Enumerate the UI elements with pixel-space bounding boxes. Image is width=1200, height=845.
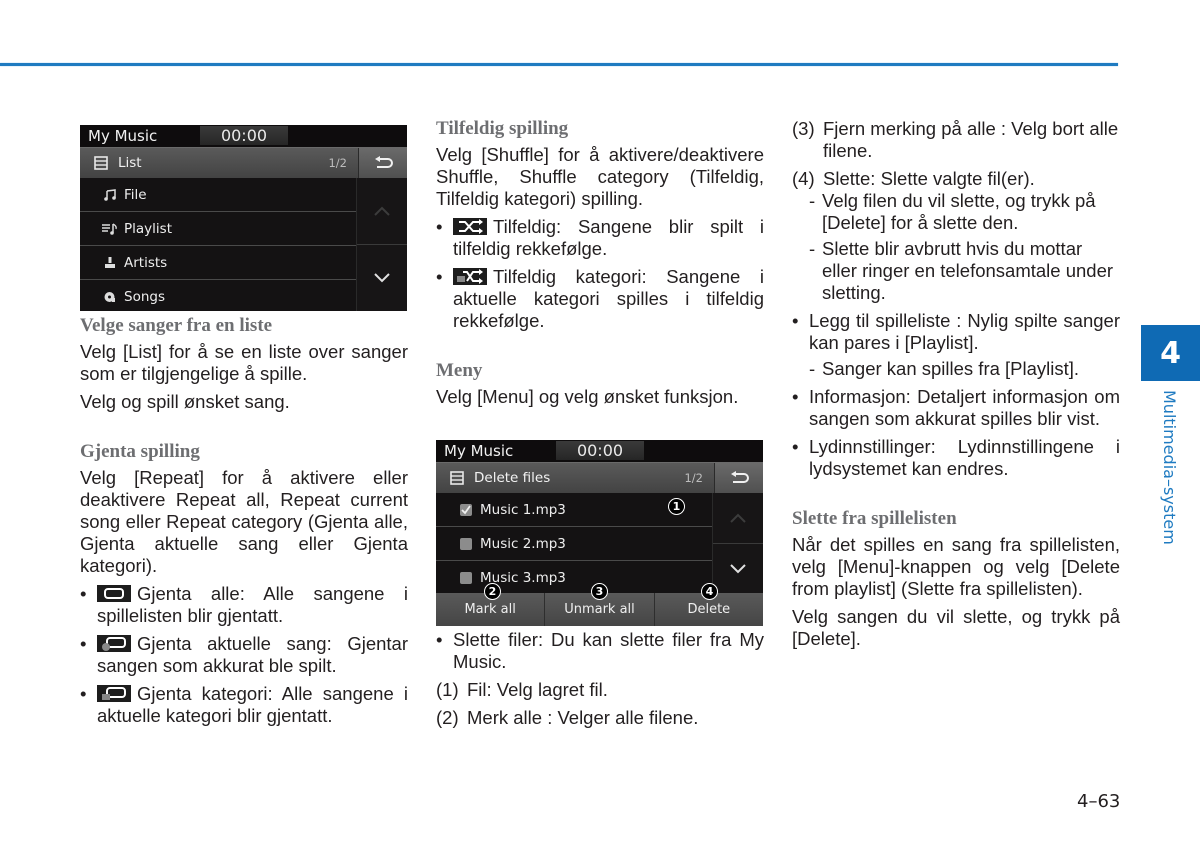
- bullet-delete-files: Slette filer: Du kan slette filer fra My…: [436, 629, 764, 673]
- numbered-item-3: (3) Fjern merking på alle : Velg bort all…: [792, 118, 1119, 161]
- header-label: Delete files: [474, 470, 551, 486]
- bullet-repeat-all: Gjenta alle: Alle sangene i spillelisten…: [80, 583, 408, 627]
- back-icon: [375, 156, 393, 168]
- callout-1: 1: [668, 498, 685, 515]
- file-row[interactable]: Music 3.mp3: [436, 561, 713, 594]
- scroll-down-button[interactable]: [357, 245, 407, 311]
- heading-select-songs: Velge sanger fra en liste: [80, 315, 273, 336]
- header-rule: [0, 63, 1118, 66]
- paragraph: Velg [Shuffle] for å aktivere/deaktivere…: [436, 144, 764, 209]
- list-icon: [450, 471, 464, 485]
- file-label: Music 2.mp3: [480, 535, 566, 552]
- callout-3: 3: [591, 583, 608, 600]
- shuffle-category-icon: [453, 268, 487, 285]
- heading-menu: Meny: [436, 360, 483, 381]
- bullet-add-playlist: Legg til spilleliste : Nylig spilte sang…: [792, 310, 1120, 354]
- paragraph: Velg [List] for å se en liste over sange…: [80, 341, 408, 384]
- artist-icon: [102, 255, 118, 271]
- paragraph: Velg og spill ønsket sang.: [80, 391, 290, 412]
- page-indicator: 1/2: [328, 156, 347, 170]
- chapter-tab: 4: [1141, 325, 1200, 381]
- numbered-item-4: (4) Slette: Slette valgte fil(er).: [792, 168, 1035, 189]
- paragraph: Velg [Repeat] for å aktivere eller deakt…: [80, 467, 408, 576]
- callout-4: 4: [701, 583, 718, 600]
- list-item-playlist[interactable]: Playlist: [80, 212, 357, 246]
- column-2: Tilfeldig spilling Velg [Shuffle] for å …: [436, 118, 764, 414]
- file-label: Music 1.mp3: [480, 501, 566, 518]
- list-item-songs[interactable]: Songs: [80, 280, 357, 313]
- bullet-repeat-category: Gjenta kategori: Alle sangene i aktuelle…: [80, 683, 408, 727]
- checkbox-checked[interactable]: [460, 503, 472, 516]
- screen-title-bar: My Music 00:00: [80, 125, 407, 147]
- scroll-controls: [712, 493, 763, 593]
- screen-title-bar: My Music 00:00: [436, 440, 763, 462]
- list-item-artists[interactable]: Artists: [80, 246, 357, 280]
- column-3: (3) Fjern merking på alle : Velg bort all…: [792, 118, 1120, 656]
- list-item-label: Playlist: [124, 220, 172, 237]
- chevron-up-icon: [730, 513, 746, 523]
- heading-shuffle: Tilfeldig spilling: [436, 118, 569, 139]
- file-row[interactable]: Music 2.mp3: [436, 527, 713, 561]
- dash-item: - Sanger kan spilles fra [Playlist].: [809, 358, 1080, 379]
- clock: 00:00: [200, 126, 288, 145]
- app-title: My Music: [88, 127, 158, 145]
- page-indicator: 1/2: [684, 471, 703, 485]
- chevron-up-icon: [374, 206, 390, 216]
- numbered-item-2: (2) Merk alle : Velger alle filene.: [436, 707, 699, 728]
- list-item-label: Songs: [124, 288, 165, 305]
- dash-item: - Slette blir avbrutt hvis du mottar elle…: [809, 238, 1114, 303]
- paragraph: Velg [Menu] og velg ønsket funksjon.: [436, 386, 739, 407]
- list-icon: [94, 156, 108, 170]
- app-title: My Music: [444, 442, 514, 460]
- scroll-up-button[interactable]: [713, 493, 763, 544]
- list-item-file[interactable]: File: [80, 178, 357, 212]
- list-header: List 1/2: [80, 147, 407, 178]
- paragraph: Når det spilles en sang fra spillelisten…: [792, 534, 1120, 599]
- bullet-shuffle-category: Tilfeldig kategori: Sangene i aktuelle k…: [436, 266, 764, 332]
- chevron-down-icon: [374, 273, 390, 283]
- delete-files-screen: My Music 00:00 Delete files 1/2 Music 1.…: [436, 440, 763, 626]
- repeat-one-icon: [97, 635, 131, 652]
- back-button[interactable]: [714, 463, 763, 493]
- repeat-category-icon: [97, 685, 131, 702]
- column-2-lower: Slette filer: Du kan slette filer fra My…: [436, 629, 764, 735]
- list-item-label: Artists: [124, 254, 168, 271]
- chevron-down-icon: [730, 564, 746, 574]
- playlist-icon: [102, 221, 118, 237]
- my-music-list-screen: My Music 00:00 List 1/2 File Playlist Ar…: [80, 125, 407, 311]
- chapter-title: Multimedia–system: [1160, 390, 1179, 545]
- heading-delete-from-playlist: Slette fra spillelisten: [792, 508, 957, 529]
- paragraph: Velg sangen du vil slette, og trykk på […: [792, 606, 1120, 649]
- bullet-sound-settings: Lydinnstillinger: Lydinnstillingene i ly…: [792, 436, 1120, 480]
- scroll-down-button[interactable]: [713, 544, 763, 594]
- bullet-repeat-one: Gjenta aktuelle sang: Gjentar sangen som…: [80, 633, 408, 677]
- bullet-shuffle: Tilfeldig: Sangene blir spilt i tilfeldi…: [436, 216, 764, 260]
- checkbox[interactable]: [460, 571, 472, 584]
- songs-icon: [102, 289, 118, 305]
- delete-header: Delete files 1/2: [436, 462, 763, 493]
- heading-repeat: Gjenta spilling: [80, 441, 200, 462]
- repeat-all-icon: [97, 585, 131, 602]
- bullet-information: Informasjon: Detaljert informasjon om sa…: [792, 386, 1120, 430]
- back-icon: [731, 471, 749, 483]
- category-list: File Playlist Artists Songs: [80, 178, 357, 313]
- list-item-label: File: [124, 186, 147, 203]
- numbered-item-1: (1) Fil: Velg lagret fil.: [436, 679, 608, 700]
- back-button[interactable]: [358, 148, 407, 178]
- scroll-up-button[interactable]: [357, 178, 407, 245]
- column-1: Velge sanger fra en liste Velg [List] fo…: [80, 315, 408, 733]
- callout-2: 2: [484, 583, 501, 600]
- scroll-controls: [356, 178, 407, 311]
- music-note-icon: [102, 187, 118, 203]
- page-number: 4–63: [1077, 791, 1121, 812]
- checkbox[interactable]: [460, 537, 472, 550]
- shuffle-icon: [453, 218, 487, 235]
- header-label: List: [118, 155, 142, 171]
- dash-item: - Velg filen du vil slette, og trykk på […: [809, 190, 1096, 233]
- clock: 00:00: [556, 441, 644, 460]
